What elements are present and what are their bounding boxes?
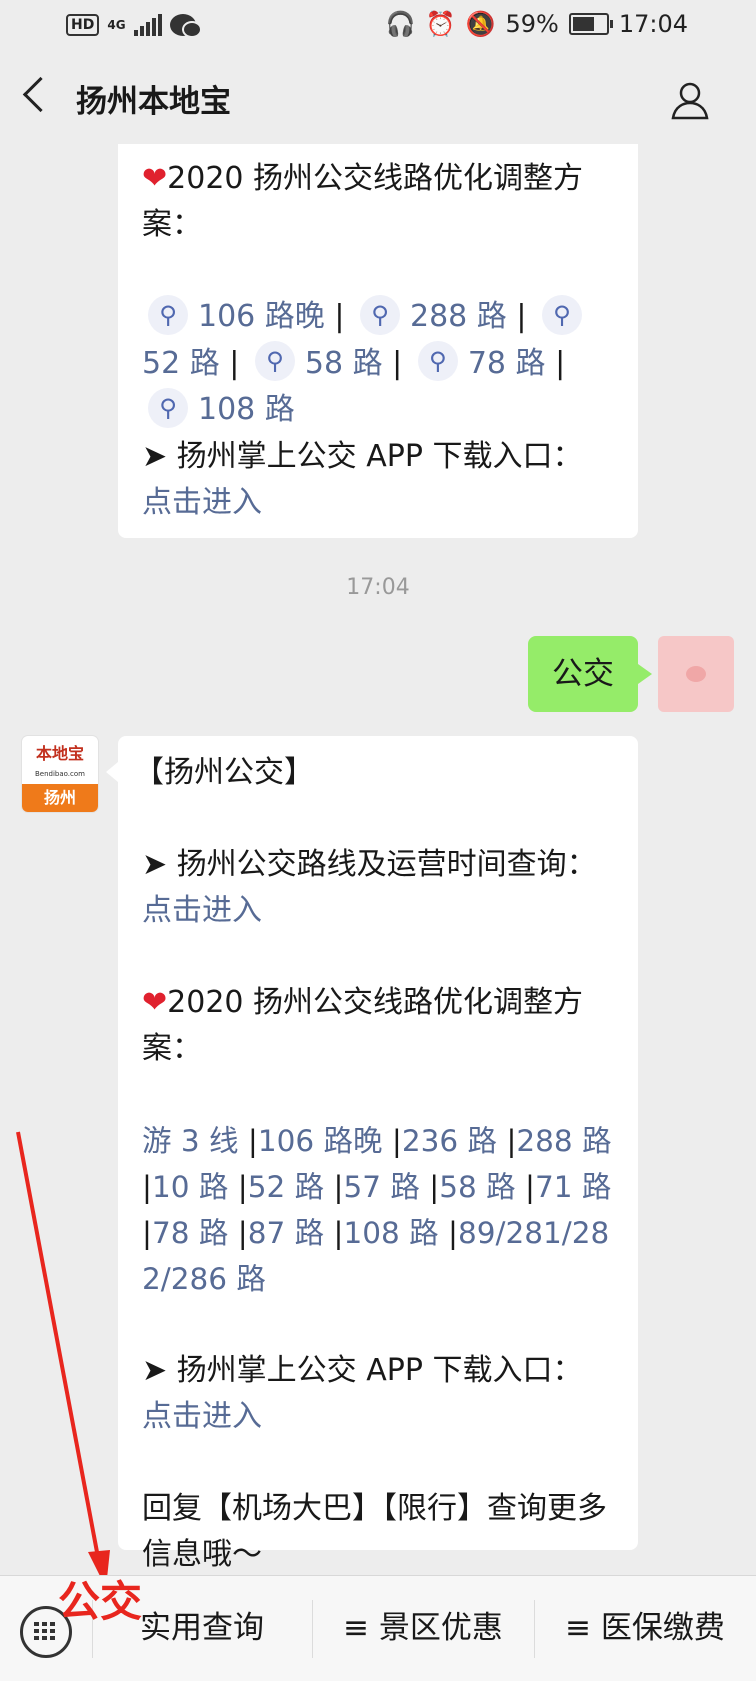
signal-icon [133,14,162,36]
route-link[interactable]: 52 路 [142,346,220,381]
mute-icon: 🔕 [465,10,496,38]
reply-footer: 回复【机场大巴】【限行】查询更多信息哦～ [142,1491,607,1572]
route-link[interactable]: 10 路 [152,1170,228,1204]
user-avatar[interactable] [658,636,734,712]
app-download-text: ➤ 扬州掌上公交 APP 下载入口： [142,438,583,474]
menu-medical-insurance[interactable]: ≡ 医保缴费 [534,1576,756,1681]
message-timestamp: 17:04 [346,575,410,600]
mini-program-icon: ⚲ [148,294,188,335]
headphone-icon: 🎧 [385,10,416,38]
status-bar: HD 4G 🎧 ⏰ 🔕 59% 17:04 [0,0,756,56]
wechat-notification-icon [169,14,202,38]
route-link[interactable]: 236 路 [402,1124,497,1158]
route-link[interactable]: 57 路 [343,1170,419,1204]
route-link[interactable]: 71 路 [535,1170,611,1204]
route-link[interactable]: 游 3 线 [142,1124,239,1158]
clock: 17:04 [618,10,688,38]
battery-percent: 59% [505,10,559,38]
menu-scenic-discount[interactable]: ≡ 景区优惠 [312,1576,534,1681]
annotation-arrow [16,1131,110,1588]
route-link[interactable]: 288 路 [516,1124,611,1158]
mini-program-icon: ⚲ [359,294,400,335]
heart-icon: ❤ [142,985,168,1020]
reply-title: 【扬州公交】 [134,755,314,790]
mini-program-icon: ⚲ [148,387,188,428]
route-link[interactable]: 78 路 [152,1216,228,1250]
back-arrow-icon[interactable] [22,76,59,113]
route-link[interactable]: 87 路 [248,1216,324,1250]
query-link[interactable]: 点击进入 [142,893,262,928]
user-message-bubble: 公交 [528,636,652,712]
bot-reply-bubble: 【扬州公交】 ➤ 扬州公交路线及运营时间查询： 点击进入 ❤2020 扬州公交线… [106,736,638,1572]
avatar-logo-text: 本地宝 [35,744,84,763]
chat-title: 扬州本地宝 [76,84,231,120]
mini-program-icon: ⚲ [417,341,458,381]
route-link[interactable]: 108 路 [343,1216,438,1250]
route-links: 游 3 线 |106 路晚 |236 路 |288 路 |10 路 |52 路 … [142,1124,612,1296]
battery-icon [568,13,613,35]
route-link[interactable]: 108 路 [198,392,295,427]
alarm-icon: ⏰ [425,10,456,38]
route-link[interactable]: 106 路晚 [258,1124,383,1158]
query-text: ➤ 扬州公交路线及运营时间查询： [142,847,597,882]
route-link[interactable]: 106 路晚 [198,299,325,334]
route-link[interactable]: 58 路 [439,1170,515,1204]
heart-icon: ❤ [142,161,168,196]
previous-message-bubble: ❤2020 扬州公交线路优化调整方案： ⚲ 106 路晚 | ⚲ 288 路 | ⚲… [118,144,638,538]
mini-program-icon: ⚲ [254,341,295,381]
route-link[interactable]: 52 路 [248,1170,324,1204]
annotation-label: 公交 [58,1577,143,1626]
avatar-logo-sub: Bendibao.com [34,770,85,778]
network-type: 4G [107,18,126,32]
mini-program-links: ⚲ 106 路晚 | ⚲ 288 路 | ⚲52 路 | ⚲ 58 路 | ⚲ 78 路… [142,294,616,434]
app-download-link[interactable]: 点击进入 [142,485,262,520]
mini-program-icon: ⚲ [541,294,582,335]
app-download-text: ➤ 扬州掌上公交 APP 下载入口： [142,1353,583,1388]
scheme-heading: ❤2020 扬州公交线路优化调整方案： [142,161,584,242]
route-link[interactable]: 78 路 [468,346,546,381]
avatar-city: 扬州 [22,784,98,812]
route-link[interactable]: 288 路 [410,299,507,334]
route-link[interactable]: 58 路 [305,346,383,381]
scheme-heading: ❤2020 扬州公交线路优化调整方案： [142,985,584,1066]
bot-avatar[interactable]: 本地宝 Bendibao.com 扬州 [22,736,98,812]
profile-icon[interactable] [670,80,710,120]
title-bar: 扬州本地宝 [0,56,756,144]
app-download-link[interactable]: 点击进入 [142,1399,262,1434]
hd-icon: HD [66,14,100,36]
